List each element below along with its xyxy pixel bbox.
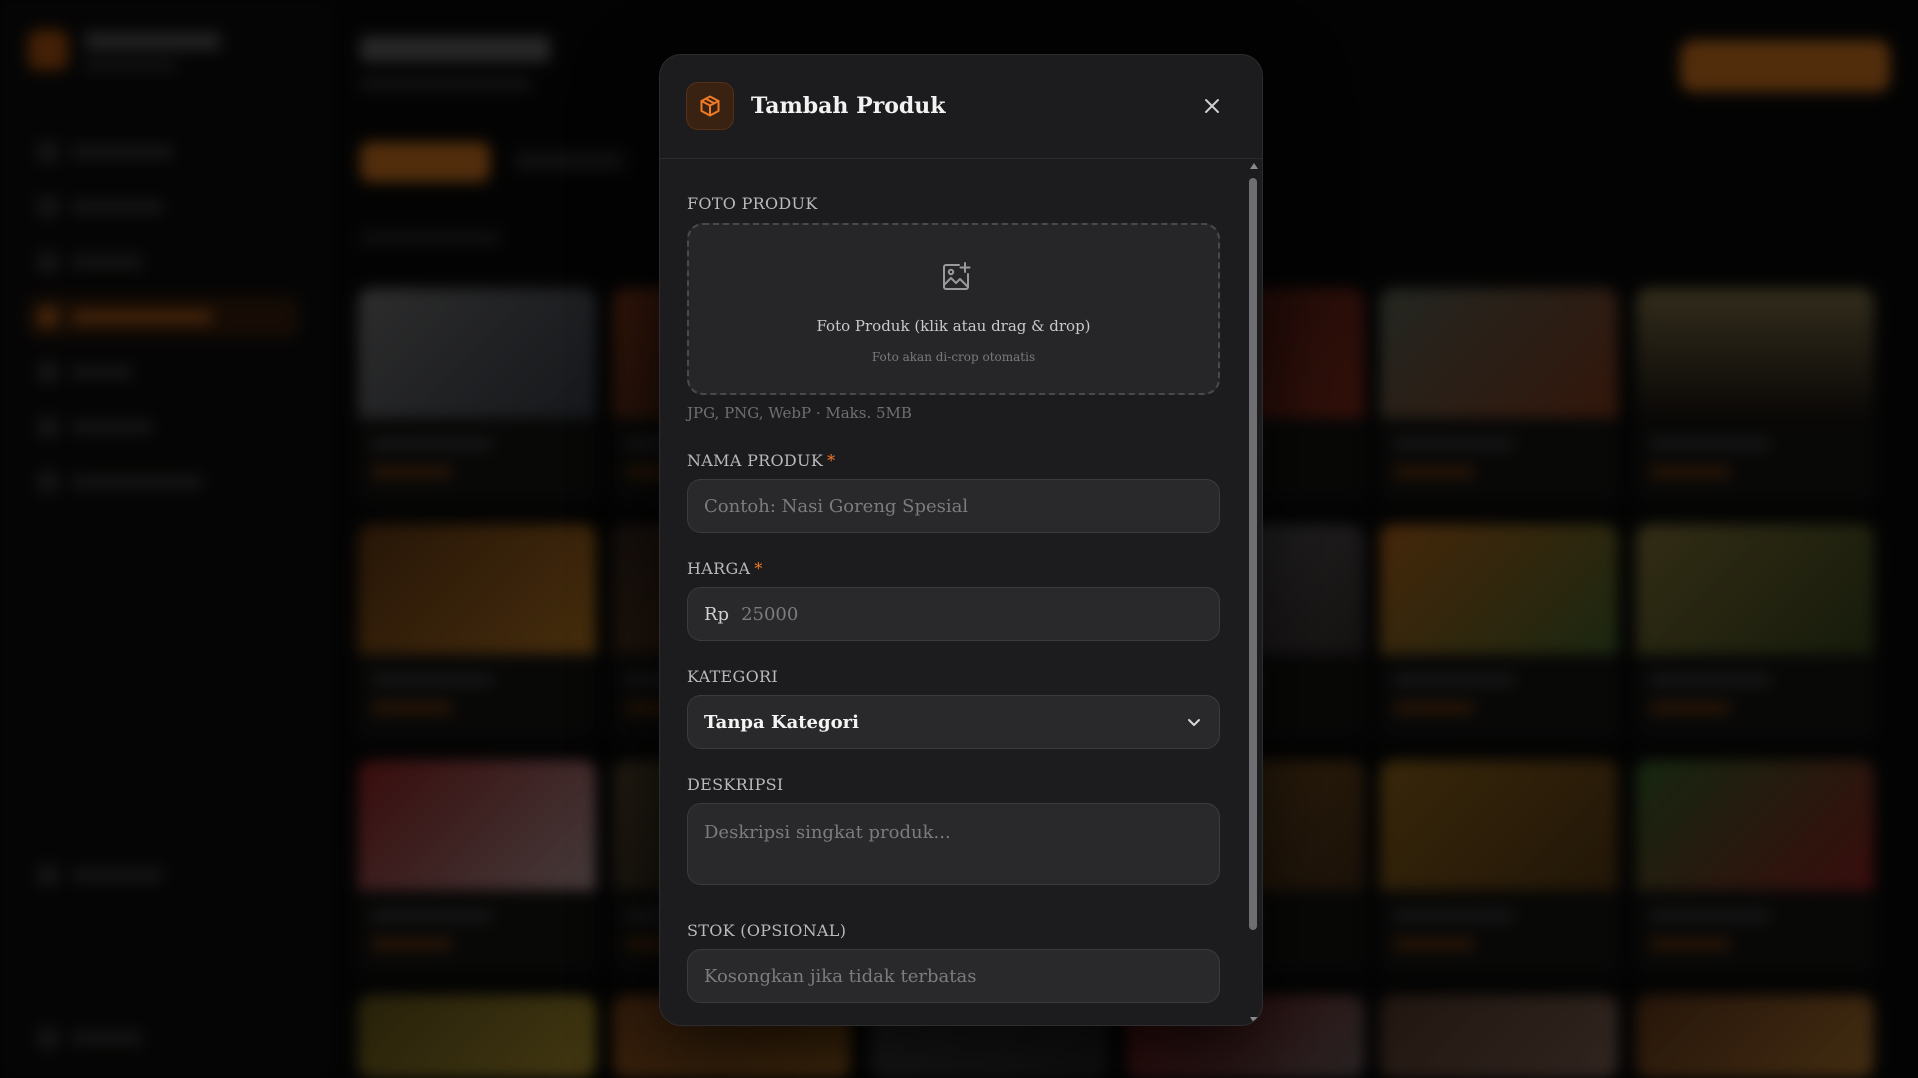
category-selected-value: Tanpa Kategori [704,711,859,733]
product-name-placeholder: Contoh: Nasi Goreng Spesial [704,495,969,517]
required-mark: * [827,451,836,470]
photo-label: FOTO PRODUK [687,194,818,213]
price-placeholder: 25000 [741,603,799,625]
description-textarea[interactable]: Deskripsi singkat produk... [687,803,1220,885]
scroll-up-arrow[interactable] [1250,163,1258,169]
photo-format-hint: JPG, PNG, WebP · Maks. 5MB [687,404,912,422]
description-placeholder: Deskripsi singkat produk... [704,822,951,843]
scroll-down-arrow[interactable] [1250,1017,1258,1023]
package-icon [686,82,734,130]
image-add-icon [940,261,972,297]
stock-placeholder: Kosongkan jika tidak terbatas [704,965,977,987]
name-label: NAMA PRODUK * [687,451,836,470]
required-mark: * [754,559,763,578]
price-label: HARGA * [687,559,763,578]
scroll-thumb[interactable] [1249,178,1257,930]
description-label: DESKRIPSI [687,775,784,794]
stock-label: STOK (OPSIONAL) [687,921,847,940]
close-icon [1205,99,1219,113]
product-name-input[interactable]: Contoh: Nasi Goreng Spesial [687,479,1220,533]
dropzone-text: Foto Produk (klik atau drag & drop) [816,317,1091,335]
modal-title: Tambah Produk [751,93,946,119]
chevron-down-icon [1185,713,1203,736]
add-product-modal: Tambah Produk FOTO PRODUK Foto Produk (k… [659,54,1263,1026]
currency-prefix: Rp [704,603,730,625]
price-input[interactable]: Rp 25000 [687,587,1220,641]
photo-dropzone[interactable]: Foto Produk (klik atau drag & drop) Foto… [687,223,1220,395]
close-button[interactable] [1199,93,1225,119]
modal-scrollbar[interactable] [1247,160,1259,1025]
modal-body[interactable]: FOTO PRODUK Foto Produk (klik atau drag … [660,160,1262,1025]
category-select[interactable]: Tanpa Kategori [687,695,1220,749]
stock-input[interactable]: Kosongkan jika tidak terbatas [687,949,1220,1003]
modal-header: Tambah Produk [660,55,1262,159]
dropzone-subtext: Foto akan di-crop otomatis [871,350,1036,364]
category-label: KATEGORI [687,667,779,686]
